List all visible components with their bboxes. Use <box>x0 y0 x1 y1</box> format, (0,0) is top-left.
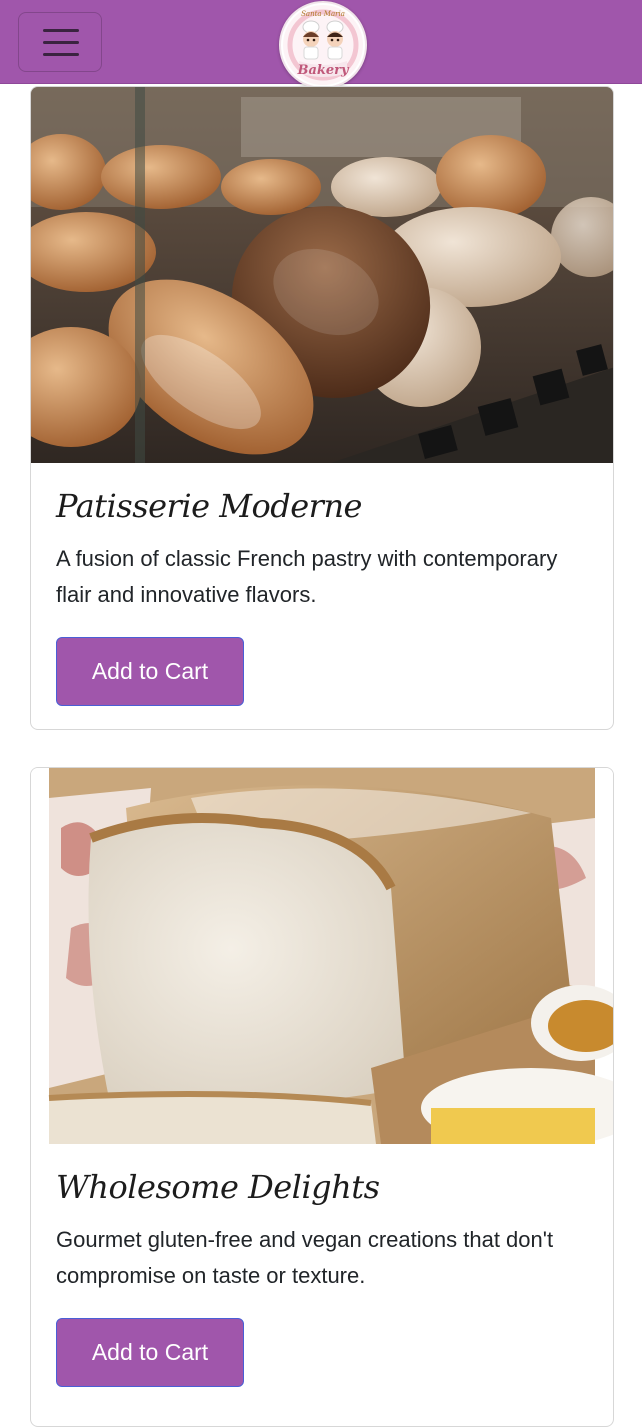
hamburger-bar <box>43 53 79 56</box>
artisan-bread-display-image <box>31 87 613 463</box>
menu-toggle-button[interactable] <box>18 12 102 72</box>
product-description: Gourmet gluten-free and vegan creations … <box>56 1227 554 1288</box>
product-title: Patisserie Moderne <box>56 487 362 525</box>
product-card: Patisserie Moderne A fusion of classic F… <box>30 86 614 730</box>
logo-text-bottom: Bakery <box>297 63 349 78</box>
hamburger-bar <box>43 41 79 44</box>
product-title: Wholesome Delights <box>56 1168 380 1206</box>
hamburger-menu-icon <box>43 29 79 32</box>
product-description: A fusion of classic French pastry with c… <box>56 546 558 607</box>
navbar: Santa Maria Bakery <box>0 0 642 89</box>
bakery-logo[interactable]: Santa Maria Bakery <box>279 1 367 89</box>
add-to-cart-button[interactable]: Add to Cart <box>56 1318 244 1387</box>
logo-text-top: Santa Maria <box>301 10 345 18</box>
white-bread-loaf-image <box>31 768 613 1144</box>
product-card: Wholesome Delights Gourmet gluten-free a… <box>30 767 614 1427</box>
add-to-cart-button[interactable]: Add to Cart <box>56 637 244 706</box>
